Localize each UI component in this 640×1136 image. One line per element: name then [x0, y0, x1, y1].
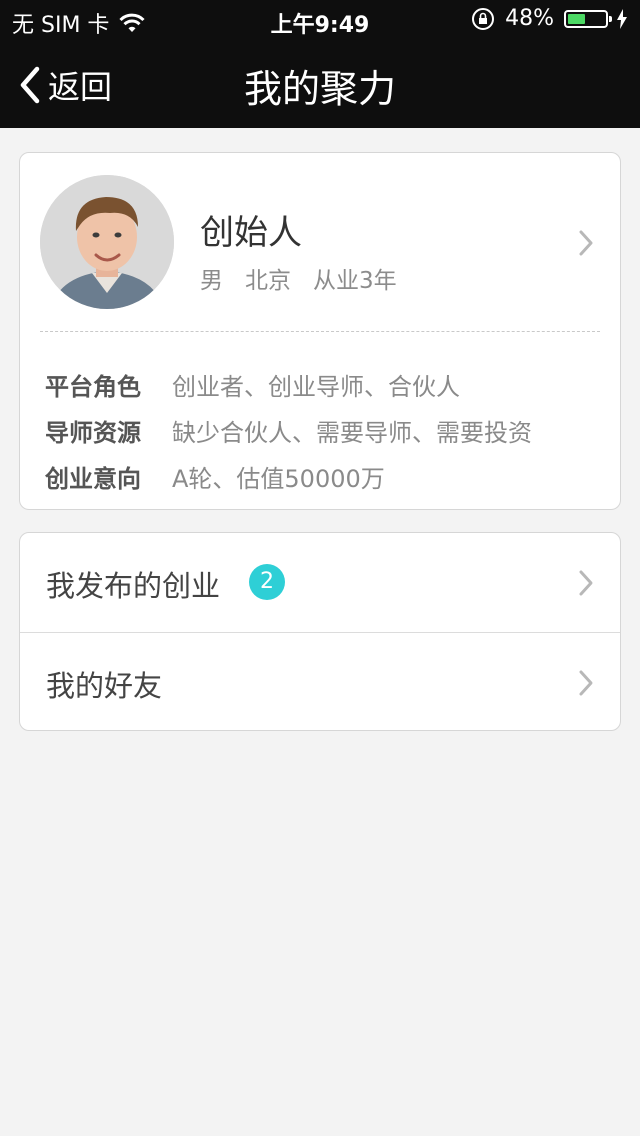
menu-card: 我发布的创业 2 我的好友 [19, 532, 621, 731]
info-value: 创业者、创业导师、合伙人 [172, 372, 460, 401]
user-portrait-icon [40, 175, 174, 309]
profile-divider [40, 331, 600, 332]
menu-item-label: 我的好友 [46, 669, 163, 703]
menu-item-my-startups[interactable]: 我发布的创业 2 [20, 533, 620, 633]
charging-bolt-icon [617, 8, 627, 29]
info-row-mentor-resources: 导师资源 缺少合伙人、需要导师、需要投资 [45, 407, 532, 453]
chevron-right-icon [579, 230, 593, 256]
user-city: 北京 [245, 268, 291, 294]
battery-icon [564, 9, 612, 28]
menu-item-label: 我发布的创业 [46, 569, 221, 603]
user-gender: 男 [200, 268, 223, 294]
profile-info-list: 平台角色 创业者、创业导师、合伙人 导师资源 缺少合伙人、需要导师、需要投资 创… [45, 361, 532, 499]
rotation-lock-icon [472, 7, 495, 30]
chevron-right-icon [579, 570, 593, 596]
info-label: 创业意向 [45, 464, 141, 493]
info-label: 平台角色 [45, 372, 141, 401]
profile-header-row[interactable]: 创始人 男 北京 从业3年 [20, 153, 620, 331]
info-label: 导师资源 [45, 418, 141, 447]
avatar [40, 175, 174, 309]
info-row-startup-intent: 创业意向 A轮、估值50000万 [45, 453, 532, 499]
battery-fill [568, 13, 586, 24]
info-value: 缺少合伙人、需要导师、需要投资 [172, 418, 532, 447]
navigation-bar: 返回 我的聚力 [0, 40, 640, 128]
status-right-group: 48% [471, 6, 628, 31]
battery-percent: 48% [505, 6, 554, 31]
user-meta: 男 北京 从业3年 [200, 261, 419, 295]
menu-item-my-friends[interactable]: 我的好友 [20, 633, 620, 732]
chevron-right-icon [579, 670, 593, 696]
info-value: A轮、估值50000万 [172, 464, 385, 493]
user-experience: 从业3年 [313, 268, 397, 294]
user-name: 创始人 [200, 213, 302, 253]
profile-card: 创始人 男 北京 从业3年 平台角色 创业者、创业导师、合伙人 导师资源 缺少合… [19, 152, 621, 510]
status-bar: 无 SIM 卡 上午9:49 48% [0, 0, 640, 40]
info-row-platform-role: 平台角色 创业者、创业导师、合伙人 [45, 361, 532, 407]
count-badge: 2 [249, 564, 285, 600]
page-title: 我的聚力 [243, 67, 396, 111]
battery-nub [609, 15, 612, 22]
